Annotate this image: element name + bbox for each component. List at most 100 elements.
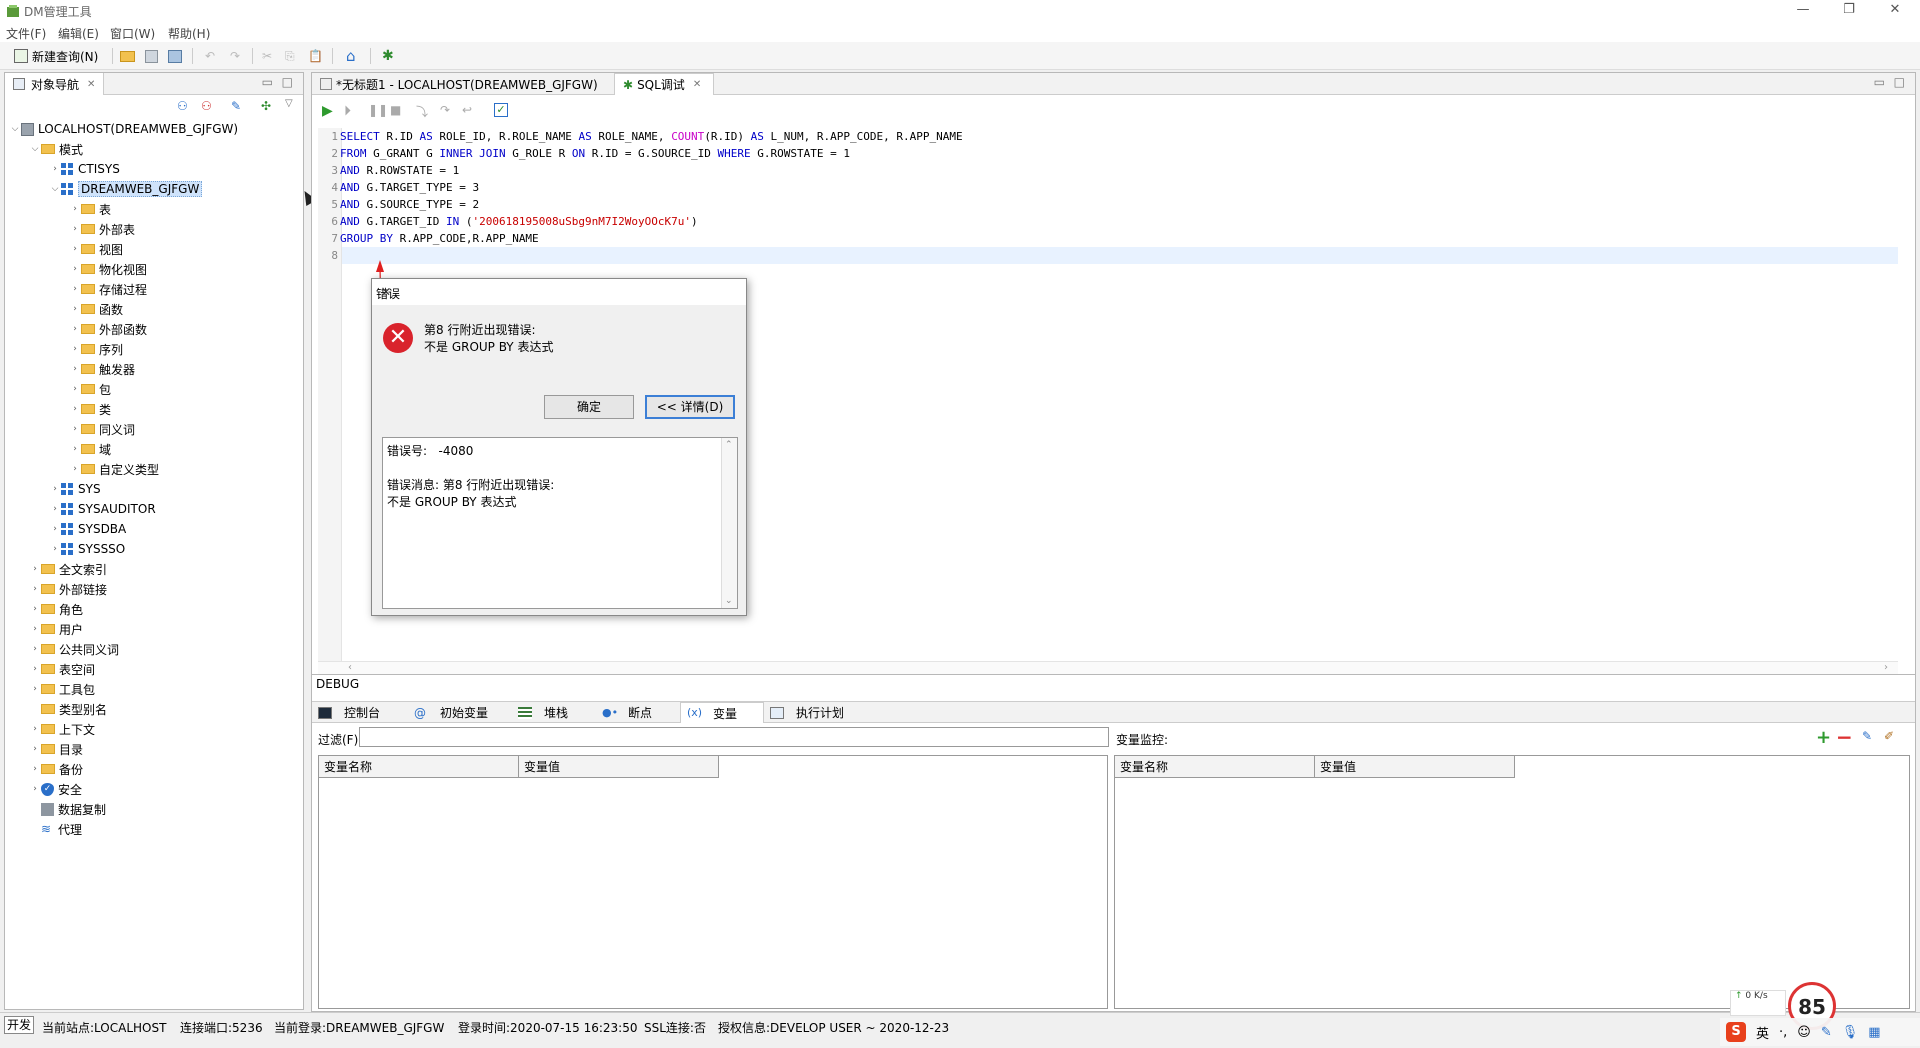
tree-node-schema[interactable]: › SYSDBA — [49, 519, 126, 539]
chevron-right-icon[interactable]: › — [29, 624, 41, 634]
tree-node-external-links[interactable]: › 外部链接 — [29, 579, 107, 599]
tab-object-navigator[interactable]: 对象导航 ✕ — [5, 73, 105, 95]
chevron-right-icon[interactable]: › — [49, 164, 61, 174]
tree-node-domains[interactable]: › 域 — [69, 439, 111, 459]
menu-help[interactable]: 帮助(H) — [168, 25, 210, 42]
tree-node-security[interactable]: › ✓ 安全 — [29, 779, 82, 799]
chevron-right-icon[interactable]: › — [69, 304, 81, 314]
chevron-down-icon[interactable]: ⌄ — [725, 596, 733, 606]
chevron-right-icon[interactable]: › — [69, 244, 81, 254]
chevron-right-icon[interactable]: › — [69, 424, 81, 434]
chevron-right-icon[interactable]: › — [29, 664, 41, 674]
check-syntax-icon[interactable]: ✓ — [494, 103, 508, 117]
chevron-up-icon[interactable]: ⌃ — [725, 440, 733, 450]
chevron-left-icon[interactable]: ‹ — [348, 662, 352, 673]
menu-edit[interactable]: 编辑(E) — [58, 25, 99, 42]
tab-initial-variables[interactable]: @ 初始变量 — [408, 702, 512, 723]
ok-button[interactable]: 确定 — [544, 395, 634, 419]
code-line[interactable]: 2 FROM G_GRANT G INNER JOIN G_ROLE R ON R… — [318, 145, 850, 162]
sogou-icon[interactable]: S — [1726, 1022, 1746, 1042]
code-line[interactable]: 8 — [318, 247, 340, 264]
chevron-down-icon[interactable]: ⌵ — [29, 144, 41, 154]
chevron-right-icon[interactable]: › — [29, 684, 41, 694]
ime-indicator[interactable]: 英 — [1756, 1023, 1769, 1042]
chevron-right-icon[interactable]: › — [69, 404, 81, 414]
column-header-value[interactable]: 变量值 — [519, 756, 719, 778]
stop-icon[interactable]: ■ — [390, 103, 401, 117]
tree-node-type-aliases[interactable]: 类型别名 — [29, 699, 107, 719]
column-header-name[interactable]: 变量名称 — [319, 756, 519, 778]
tree-node-schema[interactable]: › SYS — [49, 479, 100, 499]
disconnect-icon[interactable]: ⚇ — [201, 99, 212, 113]
chevron-right-icon[interactable]: › — [69, 364, 81, 374]
open-folder-icon[interactable] — [120, 46, 135, 66]
chevron-right-icon[interactable]: › — [49, 504, 61, 514]
chevron-right-icon[interactable]: › — [69, 344, 81, 354]
add-icon[interactable]: + — [1816, 727, 1831, 748]
debug-bug-icon[interactable]: ✱ — [382, 46, 394, 66]
save-all-icon[interactable] — [168, 46, 182, 66]
tree-node-synonyms[interactable]: › 同义词 — [69, 419, 135, 439]
undo-icon[interactable]: ↶ — [205, 46, 215, 66]
save-icon[interactable] — [145, 46, 158, 66]
column-header-value[interactable]: 变量值 — [1315, 756, 1515, 778]
tree-node-toolkits[interactable]: › 工具包 — [29, 679, 95, 699]
tab-console[interactable]: 控制台 — [312, 702, 408, 723]
new-query-button[interactable]: 新建查询(N) — [14, 46, 98, 66]
code-line[interactable]: 7 GROUP BY R.APP_CODE,R.APP_NAME — [318, 230, 538, 247]
chevron-right-icon[interactable]: › — [69, 444, 81, 454]
minimize-panel-icon[interactable]: ▭ — [1874, 75, 1885, 89]
tab-breakpoints[interactable]: ●• 断点 — [596, 702, 680, 723]
pause-icon[interactable]: ❚❚ — [368, 103, 388, 117]
tree-node-triggers[interactable]: › 触发器 — [69, 359, 135, 379]
tree-node-external-tables[interactable]: › 外部表 — [69, 219, 135, 239]
copy-icon[interactable]: ⎘ — [285, 46, 295, 66]
connect-icon[interactable]: ⚇ — [177, 99, 188, 113]
chevron-right-icon[interactable]: › — [1884, 662, 1888, 673]
restore-button[interactable]: ❐ — [1826, 0, 1872, 22]
code-line[interactable]: 4 AND G.TARGET_TYPE = 3 — [318, 179, 479, 196]
expand-all-icon[interactable]: ✣ — [261, 99, 271, 113]
maximize-panel-icon[interactable]: □ — [1894, 75, 1905, 89]
grid-icon[interactable]: ▦ — [1868, 1025, 1880, 1040]
tree-node-schema[interactable]: › CTISYS — [49, 159, 120, 179]
chevron-right-icon[interactable]: › — [29, 644, 41, 654]
step-run-icon[interactable]: ⏵ — [344, 103, 351, 119]
tree-node-packages[interactable]: › 包 — [69, 379, 111, 399]
chevron-right-icon[interactable]: › — [29, 784, 41, 794]
chevron-right-icon[interactable]: › — [29, 764, 41, 774]
tree-node-schema-selected[interactable]: ⌵ DREAMWEB_GJFGW — [49, 179, 203, 199]
tree-node-classes[interactable]: › 类 — [69, 399, 111, 419]
chevron-right-icon[interactable]: › — [29, 744, 41, 754]
chevron-right-icon[interactable]: › — [29, 564, 41, 574]
tree-node-agent[interactable]: ≋ 代理 — [29, 819, 82, 839]
tree-node-roles[interactable]: › 角色 — [29, 599, 83, 619]
minimize-panel-icon[interactable]: ▭ — [262, 75, 273, 89]
chevron-right-icon[interactable]: › — [69, 284, 81, 294]
paste-icon[interactable]: 📋 — [308, 46, 323, 66]
punctuation-icon[interactable]: ·, — [1779, 1025, 1787, 1040]
edit-icon[interactable]: ✎ — [231, 99, 241, 113]
tab-variables[interactable]: (x) 变量 — [680, 702, 764, 723]
chevron-right-icon[interactable]: › — [69, 224, 81, 234]
tree-node-schema-folder[interactable]: ⌵ 模式 — [29, 139, 83, 159]
details-button[interactable]: << 详情(D) — [645, 395, 735, 419]
close-tab-icon[interactable]: ✕ — [693, 79, 701, 90]
filter-input[interactable] — [359, 727, 1109, 747]
mode-toggle-button[interactable]: 开发 — [4, 1016, 34, 1034]
chevron-right-icon[interactable]: › — [49, 484, 61, 494]
home-icon[interactable]: ⌂ — [346, 46, 356, 66]
tree-node-custom-types[interactable]: › 自定义类型 — [69, 459, 159, 479]
mic-icon[interactable]: 🎙 — [1842, 1025, 1859, 1040]
chevron-right-icon[interactable]: › — [69, 264, 81, 274]
close-icon[interactable]: ✕ — [376, 285, 396, 299]
clear-brush-icon[interactable]: ✐ — [1884, 729, 1894, 743]
minimize-button[interactable]: — — [1780, 0, 1826, 22]
chevron-right-icon[interactable]: › — [69, 464, 81, 474]
tree-node-procedures[interactable]: › 存储过程 — [69, 279, 147, 299]
step-over-icon[interactable]: ↷ — [440, 103, 450, 117]
tree-node-external-functions[interactable]: › 外部函数 — [69, 319, 147, 339]
tree-node-mviews[interactable]: › 物化视图 — [69, 259, 147, 279]
remove-icon[interactable]: − — [1836, 725, 1853, 749]
tree-node-schema[interactable]: › SYSSSO — [49, 539, 125, 559]
